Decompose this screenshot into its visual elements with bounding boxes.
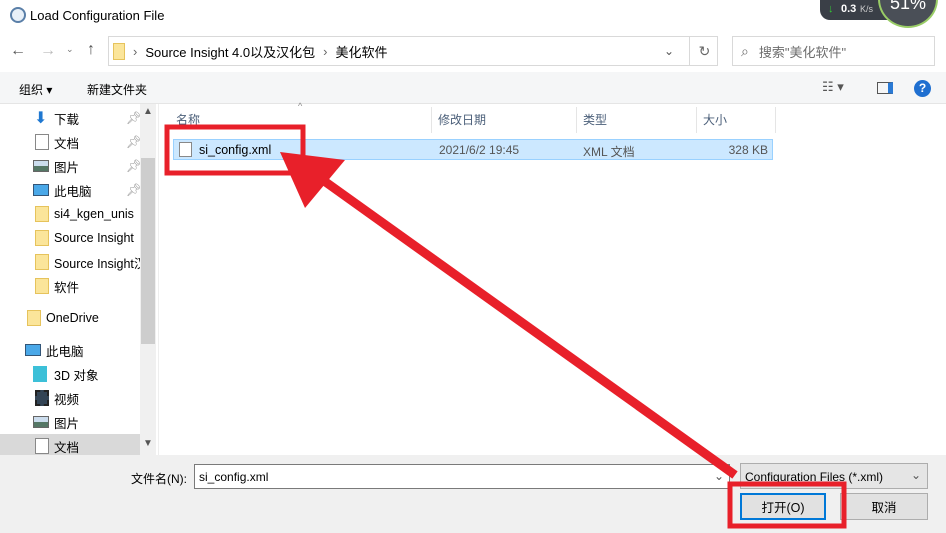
annotation-overlay (164, 124, 847, 529)
annotation-file-highlight (164, 124, 306, 176)
annotation-arrow-shaft (317, 174, 738, 479)
annotation-open-highlight (727, 481, 847, 529)
annotation-arrow-head (280, 152, 345, 208)
